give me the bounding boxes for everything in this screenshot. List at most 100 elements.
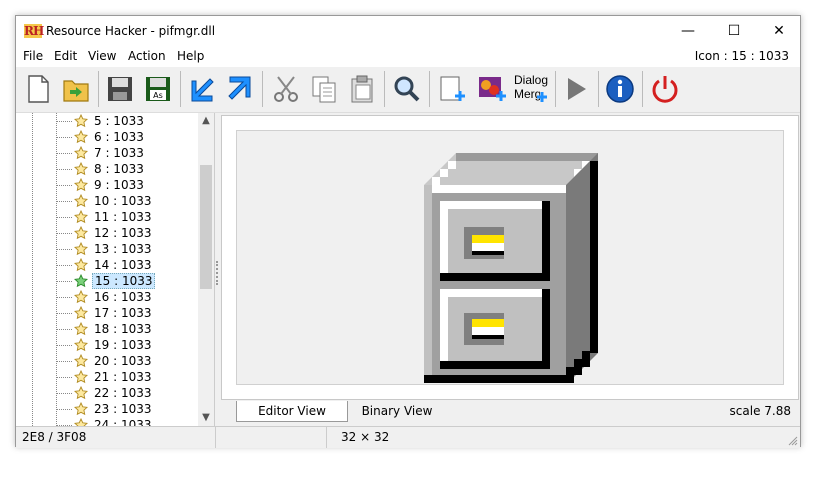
tree-item[interactable]: 9 : 1033 [16,177,201,193]
tree-item-label: 23 : 1033 [94,402,152,416]
dialog-merger-icon[interactable]: Dialog Merger [514,73,550,105]
tree-item[interactable]: 20 : 1033 [16,353,201,369]
scroll-thumb[interactable] [200,165,212,289]
tree-item-label: 20 : 1033 [94,354,152,368]
cut-icon[interactable] [270,73,302,105]
star-icon [74,402,88,416]
tree-item-label: 9 : 1033 [94,178,144,192]
tree-connector [56,297,72,298]
tree-connector [56,153,72,154]
tree-connector [56,121,72,122]
tab-editor-view[interactable]: Editor View [236,401,348,422]
file-cabinet-icon [424,153,598,383]
scroll-down-arrow[interactable]: ▼ [198,410,214,426]
toolbar-separator [555,71,556,107]
toolbar-separator [642,71,643,107]
tree-item[interactable]: 22 : 1033 [16,385,201,401]
status-bar: 2E8 / 3F08 32 × 32 [16,426,800,448]
tree-connector [56,233,72,234]
view-tabs: Editor View Binary View scale 7.88 [221,400,799,424]
tree-connector [56,345,72,346]
tree-connector [56,265,72,266]
toolbar-separator [384,71,385,107]
star-icon [74,370,88,384]
star-icon [74,418,88,426]
star-icon [74,306,88,320]
status-size: 32 × 32 [341,430,390,444]
tree-item[interactable]: 5 : 1033 [16,113,201,129]
tree-item[interactable]: 19 : 1033 [16,337,201,353]
menu-help[interactable]: Help [177,49,204,63]
tree-item[interactable]: 14 : 1033 [16,257,201,273]
tab-binary-view[interactable]: Binary View [347,401,447,421]
tree-item[interactable]: 13 : 1033 [16,241,201,257]
scroll-up-arrow[interactable]: ▲ [198,113,214,129]
tree-item[interactable]: 6 : 1033 [16,129,201,145]
star-icon [74,242,88,256]
tree-scrollbar[interactable]: ▲ ▼ [198,113,214,426]
save-as-icon[interactable]: As [142,73,174,105]
star-icon [74,354,88,368]
new-file-icon[interactable] [22,73,54,105]
tree-item[interactable]: 18 : 1033 [16,321,201,337]
tree-item-label: 8 : 1033 [94,162,144,176]
tree-item-label: 5 : 1033 [94,114,144,128]
save-icon[interactable] [104,73,136,105]
run-script-icon[interactable] [560,73,592,105]
toolbar-separator [429,71,430,107]
scale-readout: scale 7.88 [729,404,791,418]
tree-item-label: 11 : 1033 [94,210,152,224]
tree-item[interactable]: 10 : 1033 [16,193,201,209]
open-folder-icon[interactable] [60,73,92,105]
maximize-button[interactable]: ☐ [711,16,757,47]
tree-item[interactable]: 24 : 1033 [16,417,201,426]
tree-item-label: 6 : 1033 [94,130,144,144]
menu-file[interactable]: File [23,49,43,63]
about-icon[interactable] [604,73,636,105]
tree-item-label: 17 : 1033 [94,306,152,320]
resize-grip[interactable] [788,436,798,446]
title-bar[interactable]: RH Resource Hacker - pifmgr.dll — ☐ ✕ [16,16,800,47]
toolbar-separator [98,71,99,107]
export-icon[interactable] [224,73,256,105]
star-icon [74,274,88,288]
tree-item[interactable]: 17 : 1033 [16,305,201,321]
tree-item-label: 7 : 1033 [94,146,144,160]
tree-connector [56,185,72,186]
tree-item[interactable]: 12 : 1033 [16,225,201,241]
star-icon [74,194,88,208]
tree-connector [56,137,72,138]
star-icon [74,210,88,224]
resource-tree[interactable]: 5 : 1033 6 : 1033 7 : 1033 8 : 1033 9 : 1033… [16,113,215,426]
tree-item-label: 13 : 1033 [94,242,152,256]
tree-item-label: 14 : 1033 [94,258,152,272]
add-image-icon[interactable] [436,73,468,105]
tree-item-label: 12 : 1033 [94,226,152,240]
menu-view[interactable]: View [88,49,116,63]
import-icon[interactable] [186,73,218,105]
minimize-button[interactable]: — [665,16,711,47]
tree-item-label: 24 : 1033 [94,418,152,426]
tree-connector [56,217,72,218]
star-icon [74,162,88,176]
tree-item[interactable]: 23 : 1033 [16,401,201,417]
tree-item[interactable]: 21 : 1033 [16,369,201,385]
find-icon[interactable] [391,73,423,105]
app-logo: RH [24,24,44,38]
copy-icon[interactable] [308,73,340,105]
paste-icon[interactable] [346,73,378,105]
tree-item[interactable]: 7 : 1033 [16,145,201,161]
tree-connector [56,249,72,250]
close-button[interactable]: ✕ [756,16,802,47]
add-bitmap-icon[interactable] [476,73,508,105]
star-icon [74,258,88,272]
exit-icon[interactable] [649,73,681,105]
star-icon [74,290,88,304]
menu-edit[interactable]: Edit [54,49,77,63]
menu-action[interactable]: Action [128,49,166,63]
tree-item[interactable]: 16 : 1033 [16,289,201,305]
tree-item[interactable]: 15 : 1033 [16,273,201,289]
tree-item[interactable]: 11 : 1033 [16,209,201,225]
tree-item[interactable]: 8 : 1033 [16,161,201,177]
toolbar-separator [180,71,181,107]
